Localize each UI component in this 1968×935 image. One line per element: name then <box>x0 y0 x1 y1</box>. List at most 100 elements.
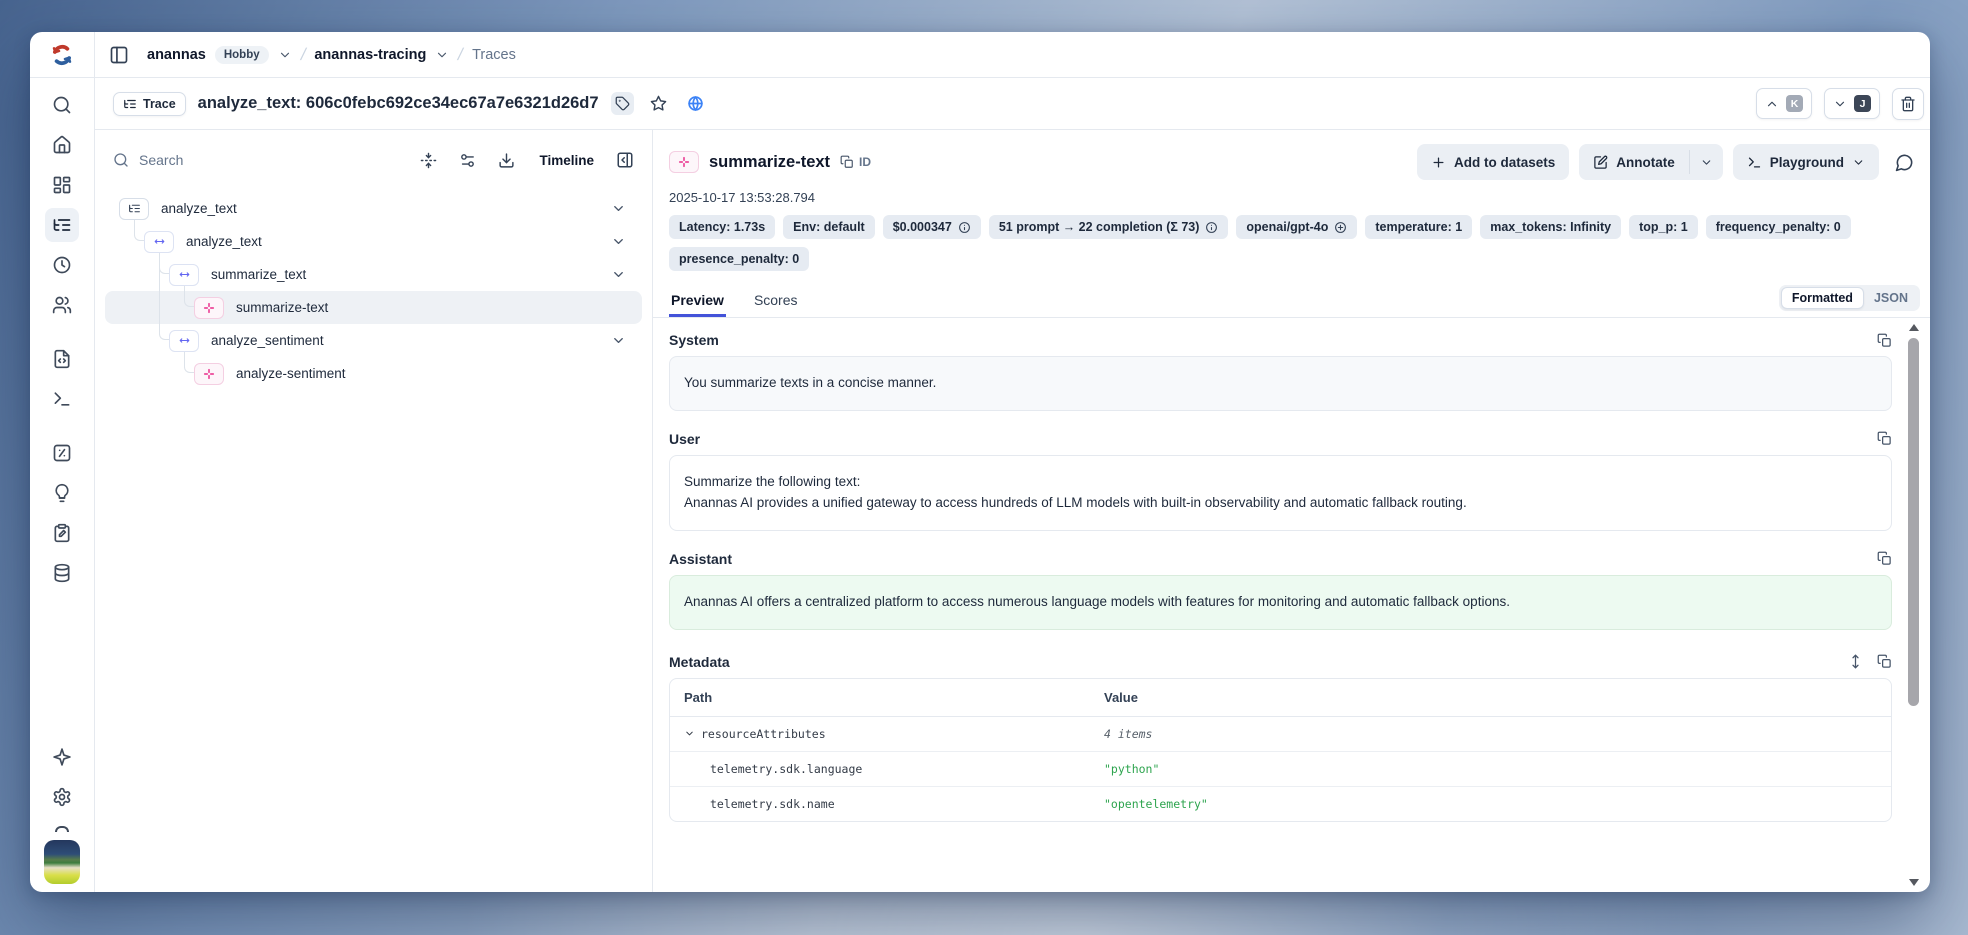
generation-node-badge <box>194 363 224 385</box>
move-vertical-icon[interactable] <box>1848 654 1863 669</box>
app-window: anannas Hobby / anannas-tracing / Traces <box>30 32 1930 892</box>
chevron-down-icon[interactable] <box>435 48 449 62</box>
rail-item-home[interactable] <box>45 128 79 162</box>
scroll-up-arrow[interactable] <box>1909 324 1919 331</box>
delete-trace-button[interactable] <box>1892 88 1924 120</box>
scrollbar-thumb[interactable] <box>1908 338 1919 706</box>
format-formatted[interactable]: Formatted <box>1781 287 1864 309</box>
pen-square-icon <box>1593 155 1608 170</box>
chevron-down-icon <box>1833 97 1847 111</box>
comment-icon <box>1895 153 1914 172</box>
tokens-badge[interactable]: 51 prompt → 22 completion (Σ 73) <box>989 215 1229 239</box>
tree-connector <box>184 351 194 373</box>
rail-item-playground[interactable] <box>45 382 79 416</box>
rail-item-llm-judge[interactable] <box>45 476 79 510</box>
evaluation-icon <box>52 443 72 463</box>
metadata-table: Path Value resourceAttributes 4 items <box>669 678 1892 822</box>
comments-button[interactable] <box>1889 147 1920 178</box>
rail-item-dashboards[interactable] <box>45 168 79 202</box>
chevron-down-icon[interactable] <box>684 728 695 739</box>
breadcrumb-separator: / <box>298 45 307 65</box>
rail-item-users[interactable] <box>45 288 79 322</box>
breadcrumb-section-traces[interactable]: Traces <box>472 47 516 63</box>
star-icon <box>650 95 667 112</box>
filters-icon[interactable] <box>459 152 476 169</box>
generation-icon <box>678 156 690 168</box>
chevron-down-icon[interactable] <box>611 333 626 348</box>
annotate-button[interactable]: Annotate <box>1579 144 1689 180</box>
tree-node-trace-analyze-text[interactable]: analyze_text <box>105 192 642 225</box>
tree-node-label: summarize_text <box>211 267 306 282</box>
trash-icon <box>1900 96 1916 112</box>
playground-button[interactable]: Playground <box>1733 144 1879 180</box>
tree-node-label: analyze_text <box>161 201 237 216</box>
vertical-scrollbar[interactable] <box>1907 324 1920 886</box>
id-label: ID <box>859 155 871 169</box>
annotate-split-button: Annotate <box>1579 144 1723 180</box>
observation-detail-panel: summarize-text ID Add to datasets <box>653 130 1930 892</box>
metadata-row-group[interactable]: resourceAttributes 4 items <box>670 717 1891 752</box>
assistant-message-box: Anannas AI offers a centralized platform… <box>669 575 1892 630</box>
rail-item-search[interactable] <box>45 88 79 122</box>
prev-trace-button[interactable]: K <box>1756 88 1812 119</box>
judge-icon <box>52 483 72 503</box>
copy-icon[interactable] <box>1877 654 1892 669</box>
detail-scroll-area: System You summarize texts in a concise … <box>653 318 1930 892</box>
breadcrumb: anannas Hobby / anannas-tracing / Traces <box>147 45 516 65</box>
chevron-down-icon[interactable] <box>278 48 292 62</box>
rail-item-evaluation[interactable] <box>45 436 79 470</box>
scroll-down-arrow[interactable] <box>1909 879 1919 886</box>
annotate-dropdown-button[interactable] <box>1690 144 1723 180</box>
copy-id-button[interactable]: ID <box>840 155 871 169</box>
copy-icon[interactable] <box>1877 551 1892 566</box>
chevron-down-icon[interactable] <box>611 234 626 249</box>
tree-node-label: analyze-sentiment <box>236 366 346 381</box>
tab-scores[interactable]: Scores <box>752 286 800 317</box>
rail-item-settings[interactable] <box>45 780 79 814</box>
share-public-button[interactable] <box>683 91 708 116</box>
metadata-path: resourceAttributes <box>701 727 826 741</box>
rail-item-sessions[interactable] <box>45 248 79 282</box>
metadata-value: "opentelemetry" <box>1104 797 1208 811</box>
tree-node-label: analyze_sentiment <box>211 333 324 348</box>
breadcrumb-org[interactable]: anannas <box>147 47 206 63</box>
bookmark-star-button[interactable] <box>646 91 671 116</box>
next-trace-button[interactable]: J <box>1824 88 1880 119</box>
chevron-down-icon[interactable] <box>611 267 626 282</box>
rail-item-upgrade[interactable] <box>45 740 79 774</box>
rail-item-tracing[interactable] <box>45 208 79 242</box>
chevron-down-icon <box>1700 156 1713 169</box>
rail-item-datasets[interactable] <box>45 556 79 590</box>
breadcrumb-project[interactable]: anannas-tracing <box>314 47 426 63</box>
sidebar-toggle-button[interactable] <box>109 45 129 65</box>
avatar[interactable] <box>44 840 80 884</box>
cost-badge[interactable]: $0.000347 <box>883 215 981 239</box>
metadata-row: telemetry.sdk.language "python" <box>670 752 1891 787</box>
panel-collapse-icon[interactable] <box>616 151 634 169</box>
copy-icon <box>840 155 854 169</box>
trace-tree-panel: Timeline analyze_text anal <box>95 130 653 892</box>
users-icon <box>52 295 72 315</box>
chevron-down-icon <box>1852 156 1865 169</box>
rail-item-annotation[interactable] <box>45 516 79 550</box>
metadata-col-value: Value <box>1104 690 1138 705</box>
tree-search[interactable] <box>113 152 398 168</box>
add-to-datasets-button[interactable]: Add to datasets <box>1417 144 1569 180</box>
download-icon[interactable] <box>498 152 515 169</box>
tree-connector <box>184 285 194 307</box>
tree-node-span-analyze-text[interactable]: analyze_text <box>105 225 642 258</box>
rail-item-prompts[interactable] <box>45 342 79 376</box>
tab-preview[interactable]: Preview <box>669 286 726 317</box>
tag-button[interactable] <box>611 92 634 115</box>
model-badge[interactable]: openai/gpt-4o <box>1236 215 1357 239</box>
chevron-down-icon[interactable] <box>611 201 626 216</box>
nav-rail <box>30 78 95 892</box>
timeline-toggle[interactable]: Timeline <box>539 153 594 168</box>
search-input[interactable] <box>139 152 269 168</box>
copy-icon[interactable] <box>1877 431 1892 446</box>
format-json[interactable]: JSON <box>1864 288 1918 308</box>
fold-vertical-icon[interactable] <box>420 152 437 169</box>
copy-icon[interactable] <box>1877 333 1892 348</box>
trace-tree: analyze_text analyze_text summariz <box>105 192 646 390</box>
shortcut-k-badge: K <box>1786 95 1803 112</box>
